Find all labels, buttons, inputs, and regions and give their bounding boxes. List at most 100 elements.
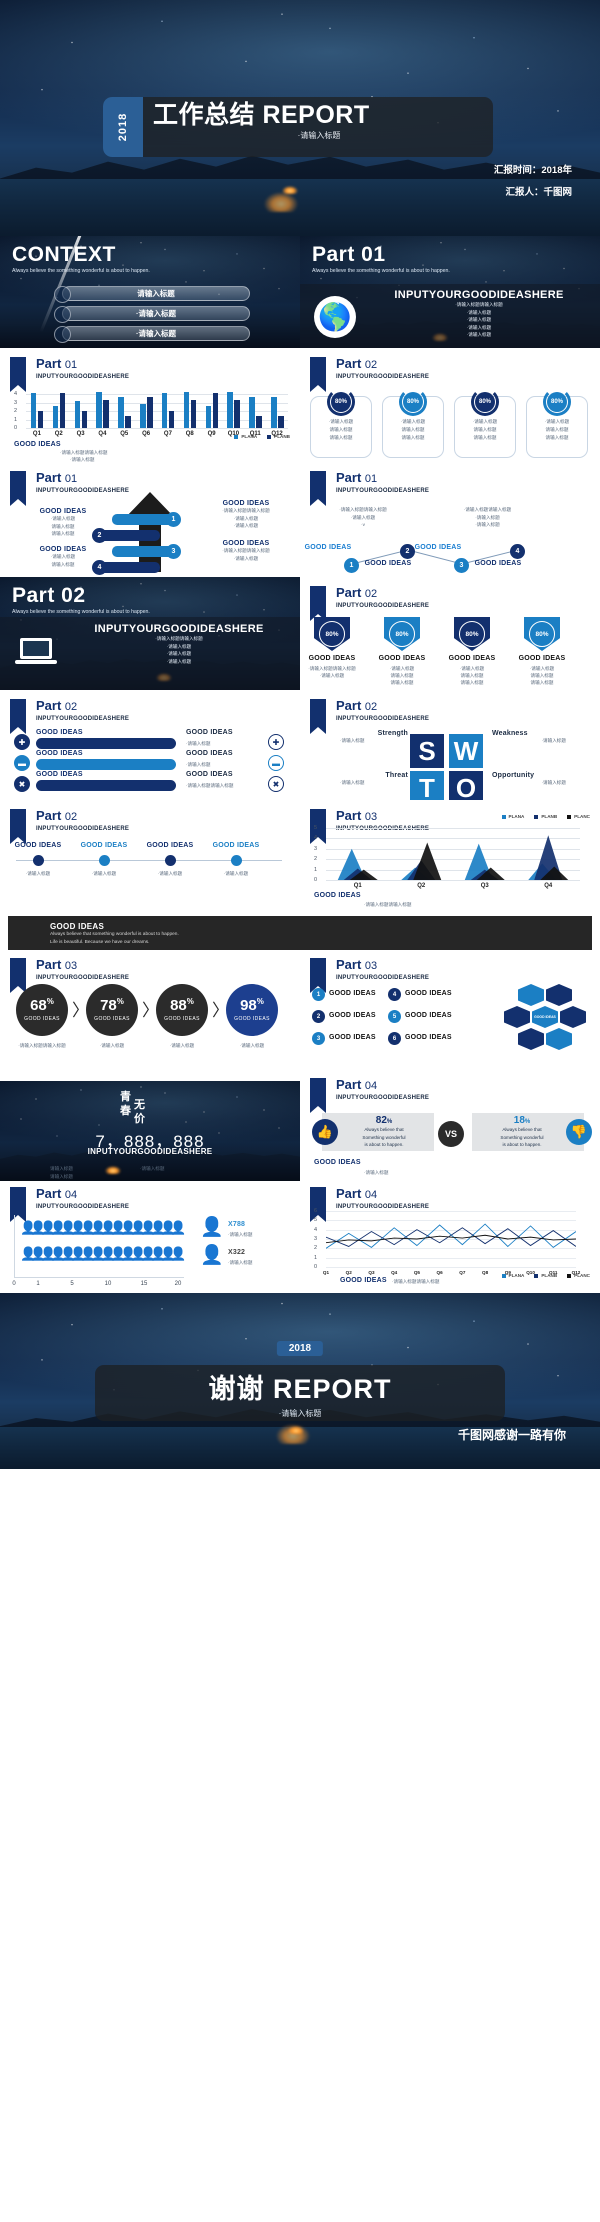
step-bar[interactable] [98,530,160,541]
timeline-node-1[interactable]: 1 [344,558,359,573]
vs-right-line-3: is about to happen. [502,1142,542,1148]
timeline-node-4[interactable]: 4 [510,544,525,559]
ring-card-line: 请输入标题 [545,435,569,440]
shield-line: 请输入标题 [530,680,554,685]
context-item-label: ·请输入标题 [136,329,176,338]
step-bar[interactable] [112,546,174,557]
hex-cell[interactable] [518,984,544,1006]
plus-icon[interactable]: ✚ [14,734,30,750]
hex-cell[interactable] [504,1006,530,1028]
percent-circle-98[interactable]: 98% GOOD IDEAS [226,984,278,1036]
close-icon-outline[interactable]: ✖ [268,776,284,792]
pm-bar[interactable] [36,738,176,749]
hex-row-number-5[interactable]: 5 [388,1010,401,1023]
header-title: Part [36,1186,62,1201]
pm-label: GOOD IDEAS [36,729,83,736]
minus-icon-outline[interactable]: ▬ [268,755,284,771]
youth-note-1: 请输入标题 [50,1166,73,1171]
x-tick-label: Q7 [163,431,172,437]
x-tick-label: Q4 [98,431,107,437]
close-icon[interactable]: ✖ [14,776,30,792]
campfire [282,185,298,194]
slide-part02-swot: Part 02 INPUTYOURGOODIDEASHERE S W T O S… [300,690,600,800]
dot-marker[interactable] [99,855,110,866]
header-title: Part [36,808,62,823]
block-line-2: ·请输入标题 [233,515,259,521]
ring-value: 80% [475,392,495,412]
note-line-1: ·请输入标题请输入标题 [339,507,387,512]
part01-line-1: ·请输入标题请输入标题 [455,302,503,307]
dot-marker[interactable] [165,855,176,866]
hex-cell[interactable] [518,1028,544,1050]
quadrant-note: ·请输入标题 [340,780,365,785]
hex-cell[interactable]: GOOD IDEAS [532,1006,558,1028]
y-tick-label: 5 [314,825,318,831]
legend-swatch [567,814,572,819]
plus-icon-outline[interactable]: ✚ [268,734,284,750]
slide-cover: 2018 工作总结 REPORT ·请输入标题 汇报时间：2018年 汇报人：千… [0,0,600,236]
hex-row-number-6[interactable]: 6 [388,1032,401,1045]
slide-part03-hex: Part 03 INPUTYOURGOODIDEASHERE 1 GOOD IDE… [300,954,600,1069]
quote-title: GOOD IDEAS [50,922,105,931]
percent-circle-78[interactable]: 78% GOOD IDEAS [86,984,138,1036]
slide-part01-timeline: Part 01 INPUTYOURGOODIDEASHERE ·请输入标题请输入… [300,462,600,577]
step-bar[interactable] [112,514,174,525]
hex-cell[interactable] [546,1028,572,1050]
x-tick-label: 15 [140,1281,148,1287]
hex-row-number-2[interactable]: 2 [312,1010,325,1023]
pm-right-label: GOOD IDEAS [186,771,233,778]
vs-left-line-2: Something wonderful [362,1134,406,1140]
ring-value: 80% [331,392,351,412]
swot-letter-o: O [449,771,483,800]
hex-cell[interactable] [546,984,572,1006]
hex-row-number-4[interactable]: 4 [388,988,401,1001]
context-item-2[interactable]: ·请输入标题 [54,306,250,323]
part01-line-3: ·请输入标题 [466,317,492,323]
header-title: Part [336,698,362,713]
timeline-note-right: ·请输入标题请输入标题 ·请输入标题 ·请输入标题 [430,506,545,529]
part03-percent-header: Part 03 INPUTYOURGOODIDEASHERE [10,958,129,993]
header-title: Part [36,470,62,485]
note-line-2: ·请输入标题 [475,514,500,520]
step-bar[interactable] [98,562,160,573]
pm-bar[interactable] [36,759,176,770]
timeline-node-3[interactable]: 3 [454,558,469,573]
bar-plana-Q5 [118,397,124,428]
thumbs-up-icon: 👍 [312,1119,338,1145]
bar-planb-Q7 [168,410,175,428]
block-title: GOOD IDEAS [222,500,270,507]
percent-value: 88% [170,997,194,1014]
ending-plate: 谢谢 REPORT ·请输入标题 [95,1365,505,1421]
vs-left-value: 82% [336,1115,432,1126]
part02-dots-header: Part 02 INPUTYOURGOODIDEASHERE [10,808,129,844]
person-icon-large: 👤 [200,1217,224,1238]
percent-value: 98% [240,997,264,1014]
minus-icon[interactable]: ▬ [14,755,30,771]
pm-bar[interactable] [36,780,176,791]
context-item-3[interactable]: ·请输入标题 [54,326,250,343]
bar-chart-caption: GOOD IDEAS [14,441,61,448]
percent-circle-68[interactable]: 68% GOOD IDEAS [16,984,68,1036]
block-line-3: 请输入标题 [51,531,75,537]
y-tick-label: 1 [314,1254,318,1261]
youth-note-3: ·请输入标题 [140,1166,165,1171]
slide-part04-line-chart: Part 04 INPUTYOURGOODIDEASHERE 6 5 4 3 2 1 0 Q1… [300,1181,600,1293]
hex-row-number-1[interactable]: 1 [312,988,325,1001]
hex-cell[interactable] [560,1006,586,1028]
bar-plana-Q6 [140,404,146,428]
percent-note: ·请输入标题请输入标题 [18,1043,66,1048]
legend-label: PLANA [508,814,525,819]
part03-hex-header: Part 03 INPUTYOURGOODIDEASHERE [310,958,429,993]
part02-heading: Part 02 Always believe the something won… [12,585,150,617]
dot-marker[interactable] [231,855,242,866]
ribbon-icon [310,1187,326,1222]
slide-youth: 青 春 无 价 7，888，888 INPUTYOURGOODIDEASHERE… [0,1069,300,1181]
hex-row-number-3[interactable]: 3 [312,1032,325,1045]
dot-marker[interactable] [33,855,44,866]
context-item-1[interactable]: 请输入标题 [54,286,250,303]
bar-plana-Q9 [205,406,212,428]
part04-vs-header: Part 04 INPUTYOURGOODIDEASHERE [310,1078,429,1113]
percent-circle-88[interactable]: 88% GOOD IDEAS [156,984,208,1036]
ring-card-line: ·请输入标题 [400,419,426,424]
block-line-1: ·请输入标题 [50,554,76,559]
